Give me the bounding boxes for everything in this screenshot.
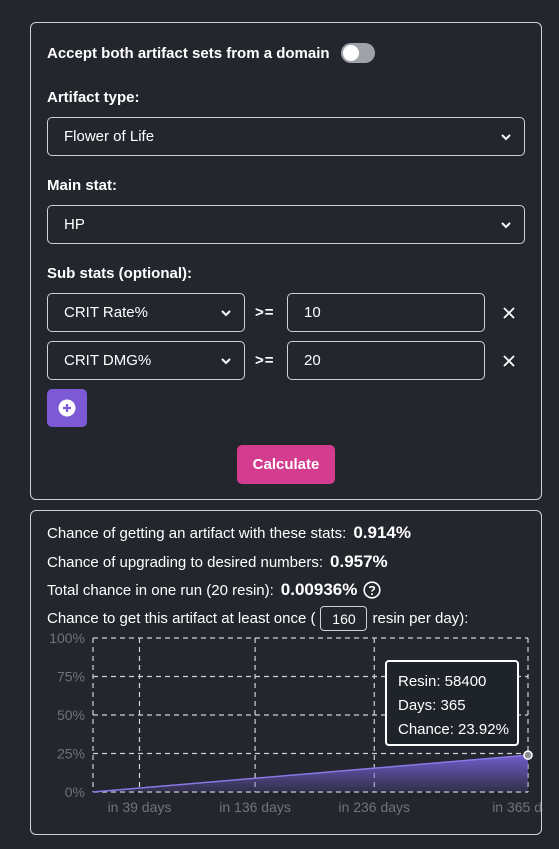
x-tick-label: in 365 days <box>492 799 543 815</box>
y-tick-label: 0% <box>65 784 85 800</box>
x-tick-label: in 39 days <box>108 799 172 815</box>
main-stat-label: Main stat: <box>47 177 118 194</box>
sub-stat-select-1[interactable]: CRIT Rate% <box>47 293 245 332</box>
main-stat-value: HP <box>64 216 85 233</box>
sub-stat-select-2[interactable]: CRIT DMG% <box>47 341 245 380</box>
comparison-operator: >= <box>255 352 275 369</box>
tooltip-days: Days: 365 <box>398 697 466 714</box>
sub-stat-value: 20 <box>304 352 321 369</box>
artifact-type-select[interactable]: Flower of Life <box>47 117 525 156</box>
accept-both-label: Accept both artifact sets from a domain <box>47 44 330 62</box>
toggle-knob <box>342 45 359 61</box>
x-tick-label: in 136 days <box>219 799 291 815</box>
main-stat-select[interactable]: HP <box>47 205 525 244</box>
y-tick-label: 25% <box>57 746 85 762</box>
sub-stat-name: CRIT Rate% <box>64 304 148 321</box>
sub-stats-label: Sub stats (optional): <box>47 265 192 282</box>
chevron-down-icon <box>221 357 231 364</box>
sub-stat-value-input-1[interactable]: 10 <box>287 293 485 332</box>
add-sub-stat-button[interactable] <box>47 389 87 427</box>
results-panel: Chance of getting an artifact with these… <box>30 510 543 835</box>
calculate-button[interactable]: Calculate <box>237 445 335 484</box>
sub-stat-name: CRIT DMG% <box>64 352 152 369</box>
tooltip-resin: Resin: 58400 <box>398 673 487 690</box>
sub-stat-value: 10 <box>304 304 321 321</box>
x-tick-label: in 236 days <box>338 799 410 815</box>
calculator-form-panel: Accept both artifact sets from a domain … <box>30 22 542 500</box>
chart-highlight-point <box>523 750 533 760</box>
comparison-operator: >= <box>255 304 275 321</box>
chevron-down-icon <box>501 133 511 140</box>
artifact-type-value: Flower of Life <box>64 128 155 145</box>
artifact-type-label: Artifact type: <box>47 89 140 106</box>
sub-stat-value-input-2[interactable]: 20 <box>287 341 485 380</box>
chart-tooltip: Resin: 58400 Days: 365 Chance: 23.92% <box>385 660 519 746</box>
y-tick-label: 50% <box>57 707 85 723</box>
chevron-down-icon <box>501 221 511 228</box>
accept-both-toggle[interactable] <box>340 43 375 63</box>
chevron-down-icon <box>221 309 231 316</box>
tooltip-chance: Chance: 23.92% <box>398 721 509 738</box>
y-tick-label: 100% <box>49 630 85 646</box>
plus-circle-icon <box>58 399 76 417</box>
close-icon[interactable] <box>501 305 517 321</box>
accept-both-row: Accept both artifact sets from a domain <box>47 43 375 63</box>
close-icon[interactable] <box>501 353 517 369</box>
y-tick-label: 75% <box>57 669 85 685</box>
